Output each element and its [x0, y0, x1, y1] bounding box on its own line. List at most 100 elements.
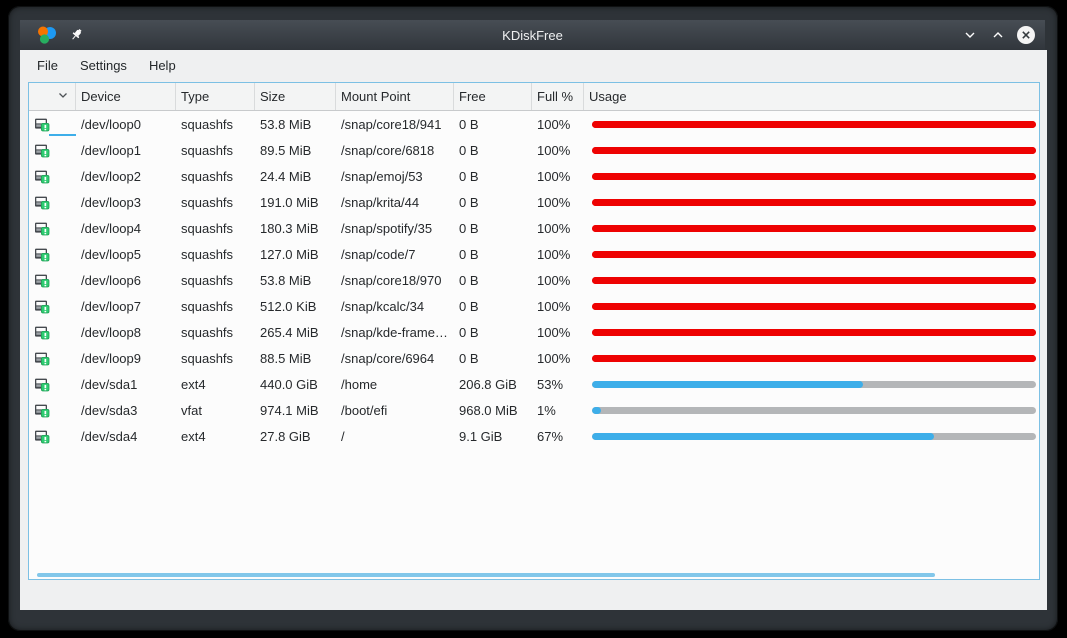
full-cell: 1%: [532, 403, 584, 418]
device-cell: /dev/loop0: [76, 117, 176, 132]
usage-cell: [584, 381, 1039, 388]
pin-icon[interactable]: [66, 24, 88, 46]
mounted-disk-icon: [34, 402, 50, 418]
mounted-disk-icon: [34, 142, 50, 158]
device-cell: /dev/loop9: [76, 351, 176, 366]
close-icon[interactable]: [1015, 24, 1037, 46]
full-cell: 67%: [532, 429, 584, 444]
menu-settings[interactable]: Settings: [69, 54, 138, 77]
disk-table: Device Type Size Mount Point Free Full %…: [28, 82, 1040, 580]
usage-bar-fill: [592, 433, 934, 440]
header-device[interactable]: Device: [76, 83, 176, 110]
chevron-down-icon: [57, 83, 69, 110]
size-cell: 127.0 MiB: [255, 247, 336, 262]
table-row[interactable]: /dev/sda3vfat974.1 MiB/boot/efi968.0 MiB…: [29, 397, 1039, 423]
device-cell: /dev/loop3: [76, 195, 176, 210]
usage-bar-track: [592, 329, 1036, 336]
table-row[interactable]: /dev/loop3squashfs191.0 MiB/snap/krita/4…: [29, 189, 1039, 215]
type-cell: squashfs: [176, 299, 255, 314]
table-row[interactable]: /dev/loop4squashfs180.3 MiB/snap/spotify…: [29, 215, 1039, 241]
usage-bar-track: [592, 303, 1036, 310]
free-cell: 0 B: [454, 143, 532, 158]
table-row[interactable]: /dev/loop9squashfs88.5 MiB/snap/core/696…: [29, 345, 1039, 371]
header-free[interactable]: Free: [454, 83, 532, 110]
mount-cell: /snap/krita/44: [336, 195, 454, 210]
usage-bar-fill: [592, 147, 1036, 154]
usage-bar-track: [592, 199, 1036, 206]
table-row[interactable]: /dev/sda1ext4440.0 GiB/home206.8 GiB53%: [29, 371, 1039, 397]
device-icon-cell: [29, 293, 76, 319]
titlebar[interactable]: KDiskFree: [20, 20, 1045, 50]
table-body: /dev/loop0squashfs53.8 MiB/snap/core18/9…: [29, 111, 1039, 449]
usage-cell: [584, 407, 1039, 414]
header-sort-column[interactable]: [29, 83, 76, 110]
mount-cell: /snap/spotify/35: [336, 221, 454, 236]
menu-help[interactable]: Help: [138, 54, 187, 77]
usage-bar-track: [592, 121, 1036, 128]
size-cell: 974.1 MiB: [255, 403, 336, 418]
menu-file[interactable]: File: [26, 54, 69, 77]
mount-cell: /snap/core18/941: [336, 117, 454, 132]
header-type[interactable]: Type: [176, 83, 255, 110]
usage-cell: [584, 303, 1039, 310]
header-full-percent[interactable]: Full %: [532, 83, 584, 110]
device-cell: /dev/sda3: [76, 403, 176, 418]
header-size[interactable]: Size: [255, 83, 336, 110]
type-cell: ext4: [176, 377, 255, 392]
mounted-disk-icon: [34, 194, 50, 210]
focus-underline: [49, 134, 76, 136]
size-cell: 265.4 MiB: [255, 325, 336, 340]
table-row[interactable]: /dev/loop5squashfs127.0 MiB/snap/code/70…: [29, 241, 1039, 267]
type-cell: squashfs: [176, 143, 255, 158]
device-icon-cell: [29, 267, 76, 293]
table-row[interactable]: /dev/loop8squashfs265.4 MiB/snap/kde-fra…: [29, 319, 1039, 345]
full-cell: 100%: [532, 117, 584, 132]
type-cell: squashfs: [176, 169, 255, 184]
menubar: File Settings Help: [20, 50, 1047, 80]
size-cell: 27.8 GiB: [255, 429, 336, 444]
table-row[interactable]: /dev/loop6squashfs53.8 MiB/snap/core18/9…: [29, 267, 1039, 293]
usage-bar-fill: [592, 381, 863, 388]
header-usage[interactable]: Usage: [584, 83, 1039, 110]
device-icon-cell: [29, 397, 76, 423]
table-row[interactable]: /dev/loop7squashfs512.0 KiB/snap/kcalc/3…: [29, 293, 1039, 319]
device-cell: /dev/loop2: [76, 169, 176, 184]
minimize-icon[interactable]: [959, 24, 981, 46]
type-cell: squashfs: [176, 325, 255, 340]
full-cell: 100%: [532, 273, 584, 288]
mounted-disk-icon: [34, 168, 50, 184]
usage-bar-fill: [592, 251, 1036, 258]
table-row[interactable]: /dev/loop1squashfs89.5 MiB/snap/core/681…: [29, 137, 1039, 163]
mounted-disk-icon: [34, 376, 50, 392]
device-icon-cell: [29, 241, 76, 267]
mounted-disk-icon: [34, 350, 50, 366]
header-mount-point[interactable]: Mount Point: [336, 83, 454, 110]
full-cell: 100%: [532, 221, 584, 236]
usage-bar-track: [592, 381, 1036, 388]
table-row[interactable]: /dev/loop0squashfs53.8 MiB/snap/core18/9…: [29, 111, 1039, 137]
free-cell: 0 B: [454, 221, 532, 236]
maximize-icon[interactable]: [987, 24, 1009, 46]
mount-cell: /snap/core/6818: [336, 143, 454, 158]
table-row[interactable]: /dev/sda4ext427.8 GiB/9.1 GiB67%: [29, 423, 1039, 449]
usage-cell: [584, 121, 1039, 128]
device-cell: /dev/loop7: [76, 299, 176, 314]
mounted-disk-icon: [34, 220, 50, 236]
size-cell: 180.3 MiB: [255, 221, 336, 236]
full-cell: 100%: [532, 325, 584, 340]
size-cell: 512.0 KiB: [255, 299, 336, 314]
table-row[interactable]: /dev/loop2squashfs24.4 MiB/snap/emoj/530…: [29, 163, 1039, 189]
type-cell: squashfs: [176, 351, 255, 366]
device-icon-cell: [29, 423, 76, 449]
full-cell: 100%: [532, 169, 584, 184]
size-cell: 191.0 MiB: [255, 195, 336, 210]
usage-bar-track: [592, 355, 1036, 362]
mounted-disk-icon: [34, 298, 50, 314]
mounted-disk-icon: [34, 324, 50, 340]
free-cell: 0 B: [454, 325, 532, 340]
horizontal-scrollbar-thumb[interactable]: [37, 573, 935, 577]
device-icon-cell: [29, 163, 76, 189]
usage-cell: [584, 225, 1039, 232]
window-content: File Settings Help Device Type Size Moun…: [20, 50, 1047, 610]
full-cell: 53%: [532, 377, 584, 392]
